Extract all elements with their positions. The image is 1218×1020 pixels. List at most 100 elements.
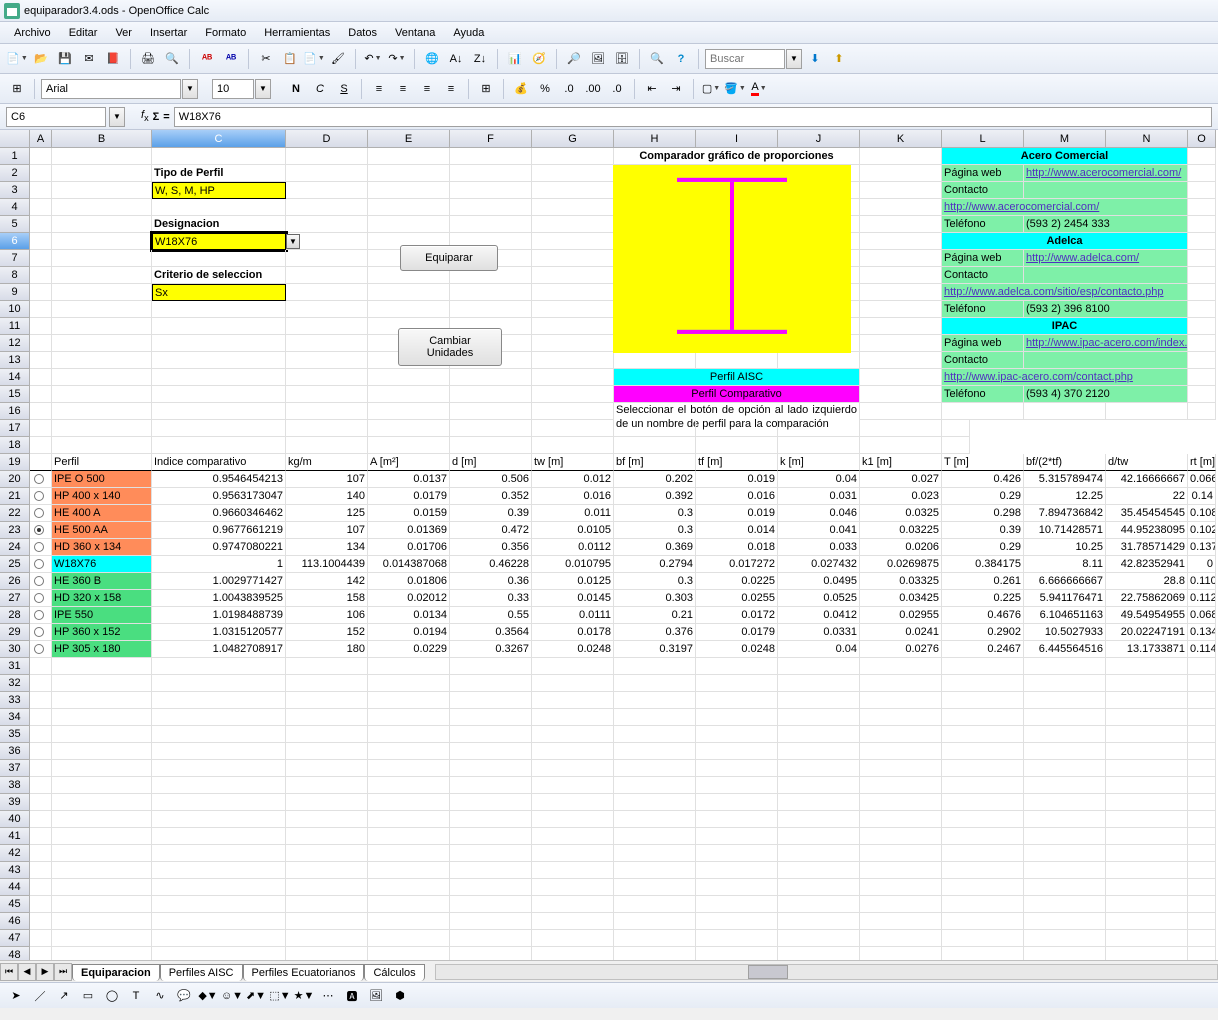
designacion-dropdown[interactable]: ▼	[286, 234, 300, 249]
percent-icon[interactable]: %	[534, 78, 556, 100]
label-criterio[interactable]: Criterio de seleccion	[152, 267, 286, 284]
profile-val[interactable]: 0.01706	[368, 539, 450, 556]
profile-val[interactable]: 0.2467	[942, 641, 1024, 658]
comparador-title[interactable]: Comparador gráfico de proporciones	[614, 148, 860, 165]
profile-val[interactable]: 10.71428571	[1024, 522, 1106, 539]
col-header-D[interactable]: D	[286, 130, 368, 148]
equiparar-button[interactable]: Equiparar	[400, 245, 498, 271]
profile-val[interactable]: 0.027432	[778, 556, 860, 573]
row-header[interactable]: 32	[0, 675, 30, 692]
profile-val[interactable]: 0.352	[450, 488, 532, 505]
profile-val[interactable]: 0.02955	[860, 607, 942, 624]
row-header[interactable]: 33	[0, 692, 30, 709]
menu-ventana[interactable]: Ventana	[387, 25, 443, 41]
profile-val[interactable]: 7.894736842	[1024, 505, 1106, 522]
profile-name[interactable]: HD 320 x 158	[52, 590, 152, 607]
profile-val[interactable]: 1.0315120577	[152, 624, 286, 641]
profile-val[interactable]: 0.2902	[942, 624, 1024, 641]
profile-val[interactable]: 0.202	[614, 471, 696, 488]
profile-val[interactable]: 6.666666667	[1024, 573, 1106, 590]
col-header-G[interactable]: G	[532, 130, 614, 148]
profile-val[interactable]: 0.0134	[368, 607, 450, 624]
col-header-B[interactable]: B	[52, 130, 152, 148]
search-dropdown[interactable]: ▼	[786, 49, 802, 69]
profile-val[interactable]: 0.3	[614, 573, 696, 590]
font-size-select[interactable]: 10	[212, 79, 254, 99]
profile-val[interactable]: 6.445564516	[1024, 641, 1106, 658]
row-header[interactable]: 1	[0, 148, 30, 165]
col-header-M[interactable]: M	[1024, 130, 1106, 148]
profile-val[interactable]: 0.016	[696, 488, 778, 505]
menu-archivo[interactable]: Archivo	[6, 25, 59, 41]
profile-val[interactable]: 158	[286, 590, 368, 607]
profile-radio[interactable]	[30, 607, 52, 624]
profile-val[interactable]: 0.114	[1188, 641, 1216, 658]
profile-val[interactable]: 10.5027933	[1024, 624, 1106, 641]
profile-val[interactable]: 0.39	[450, 505, 532, 522]
value-tipo-perfil[interactable]: W, S, M, HP	[152, 182, 286, 199]
profile-val[interactable]: 107	[286, 522, 368, 539]
points-icon[interactable]: ⋯	[318, 986, 338, 1006]
profile-val[interactable]: 0.9660346462	[152, 505, 286, 522]
profile-val[interactable]: 49.54954955	[1106, 607, 1188, 624]
profile-val[interactable]: 12.25	[1024, 488, 1106, 505]
profile-val[interactable]: 0.027	[860, 471, 942, 488]
row-header[interactable]: 30	[0, 641, 30, 658]
row-header[interactable]: 20	[0, 471, 30, 488]
profile-val[interactable]: 0.3	[614, 522, 696, 539]
flowchart-icon[interactable]: ⬚▼	[270, 986, 290, 1006]
profile-val[interactable]: 0.019	[696, 471, 778, 488]
format-paint-icon[interactable]: 🖌	[327, 48, 349, 70]
sheet-next-icon[interactable]: ▶	[36, 963, 54, 981]
profile-val[interactable]: 0.0412	[778, 607, 860, 624]
profile-name[interactable]: HE 400 A	[52, 505, 152, 522]
profile-val[interactable]: 0.0179	[368, 488, 450, 505]
profile-val[interactable]: 0.0248	[532, 641, 614, 658]
profile-val[interactable]: 0.010795	[532, 556, 614, 573]
profile-val[interactable]: 0.3564	[450, 624, 532, 641]
profile-val[interactable]: 8.11	[1024, 556, 1106, 573]
save-icon[interactable]: 💾	[54, 48, 76, 70]
col-header-F[interactable]: F	[450, 130, 532, 148]
hyperlink-icon[interactable]: 🌐	[421, 48, 443, 70]
row-header[interactable]: 14	[0, 369, 30, 386]
profile-val[interactable]: 0.0331	[778, 624, 860, 641]
col-header-K[interactable]: K	[860, 130, 942, 148]
sheet-tab[interactable]: Equiparacion	[72, 964, 160, 981]
profile-val[interactable]: 0	[1188, 556, 1216, 573]
open-icon[interactable]: 📂	[30, 48, 52, 70]
value-designacion[interactable]: W18X76	[152, 233, 286, 250]
row-header[interactable]: 26	[0, 573, 30, 590]
row-header[interactable]: 40	[0, 811, 30, 828]
row-header[interactable]: 8	[0, 267, 30, 284]
col-header-A[interactable]: A	[30, 130, 52, 148]
profile-val[interactable]: 0.376	[614, 624, 696, 641]
row-header[interactable]: 38	[0, 777, 30, 794]
datasource-icon[interactable]: 🗄	[611, 48, 633, 70]
row-header[interactable]: 22	[0, 505, 30, 522]
bold-icon[interactable]: N	[285, 78, 307, 100]
profile-val[interactable]: 22	[1106, 488, 1188, 505]
sum-icon[interactable]: Σ	[153, 111, 160, 123]
profile-name[interactable]: HE 360 B	[52, 573, 152, 590]
profile-val[interactable]: 0.066	[1188, 471, 1216, 488]
profile-val[interactable]: 0.110	[1188, 573, 1216, 590]
search-input[interactable]	[705, 49, 785, 69]
profile-val[interactable]: 0.01806	[368, 573, 450, 590]
profile-val[interactable]: 180	[286, 641, 368, 658]
row-header[interactable]: 27	[0, 590, 30, 607]
row-header[interactable]: 24	[0, 539, 30, 556]
profile-val[interactable]: 113.1004439	[286, 556, 368, 573]
profile-val[interactable]: 1.0482708917	[152, 641, 286, 658]
print-icon[interactable]: 🖨	[137, 48, 159, 70]
profile-val[interactable]: 0.033	[778, 539, 860, 556]
name-box-arrow[interactable]: ▼	[109, 107, 125, 127]
profile-val[interactable]: 0.03425	[860, 590, 942, 607]
arrows-icon[interactable]: ⬈▼	[246, 986, 266, 1006]
cambiar-unidades-button[interactable]: Cambiar Unidades	[398, 328, 502, 366]
fromfile-icon[interactable]: 🖼	[366, 986, 386, 1006]
find-icon[interactable]: 🔎	[563, 48, 585, 70]
align-justify-icon[interactable]: ≡	[440, 78, 462, 100]
menu-datos[interactable]: Datos	[340, 25, 385, 41]
profile-val[interactable]: 0.298	[942, 505, 1024, 522]
